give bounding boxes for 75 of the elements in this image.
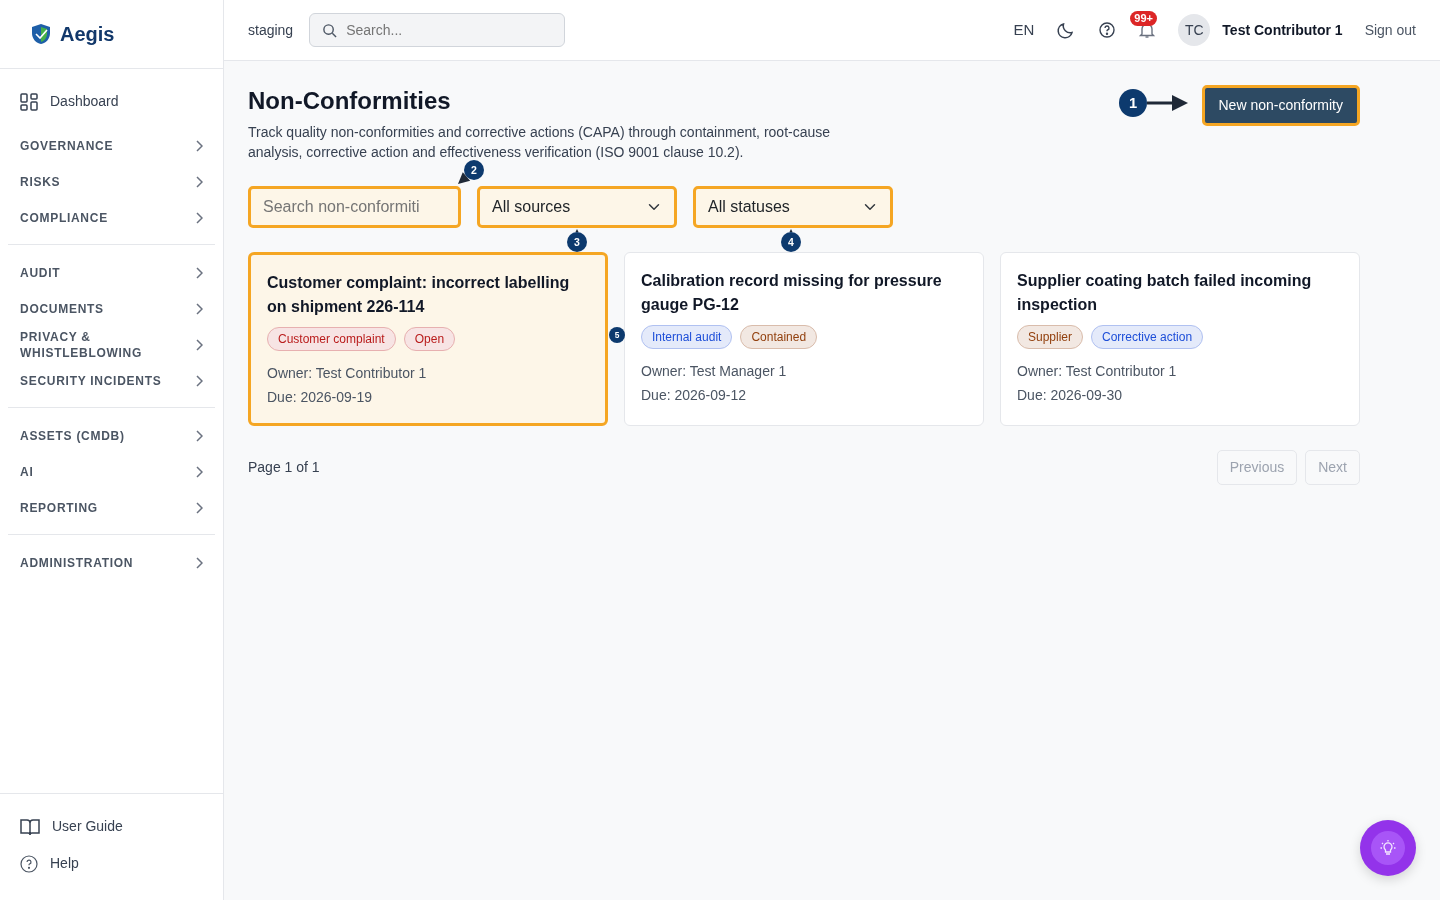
search-field[interactable]: Search... xyxy=(309,13,566,47)
tag: Open xyxy=(403,326,456,351)
sidebar-item[interactable]: ADMINISTRATION xyxy=(8,545,215,581)
owner-text: Owner: Test Manager 1 xyxy=(641,361,788,381)
book-icon xyxy=(20,817,40,836)
arrow xyxy=(1147,95,1188,111)
sidebar-item[interactable]: AUDIT xyxy=(8,255,215,291)
user-avatar[interactable]: TC xyxy=(1178,14,1211,46)
page-info: Page 1 of 1 xyxy=(248,457,320,477)
help-icon[interactable] xyxy=(1098,21,1117,39)
sidebar-item[interactable]: PRIVACY & WHISTLEBLOWING xyxy=(8,327,215,363)
help-icon xyxy=(20,854,38,873)
callout-marker: 2 xyxy=(464,160,484,180)
callout-marker: 3 xyxy=(567,232,587,252)
sidebar-link[interactable]: Help xyxy=(8,845,215,882)
chevron-icon xyxy=(195,339,203,351)
sidebar-item[interactable]: GOVERNANCE xyxy=(8,128,215,164)
chevron-icon xyxy=(195,466,203,478)
chevron-icon xyxy=(195,303,203,315)
page-description: Track quality non-conformities and corrective actions (CAPA) through containment, root-cause analysis, corrective action and effectiveness verification (ISO 9001 clause 10.2). xyxy=(248,122,832,162)
sidebar-item[interactable]: AI xyxy=(8,454,215,490)
source-select[interactable]: All sources xyxy=(477,185,677,228)
notification-badge: 99+ xyxy=(1130,11,1157,26)
environment-label: staging xyxy=(248,20,294,40)
sidebar-item[interactable]: DOCUMENTS xyxy=(8,291,215,327)
sidebar-item[interactable]: SECURITY INCIDENTS xyxy=(8,363,215,399)
card-title: Calibration record missing for pressure gauge PG-12 xyxy=(641,270,943,315)
chevron-icon xyxy=(195,502,203,514)
chevron-icon xyxy=(195,140,203,152)
shield-logo-icon xyxy=(30,23,52,45)
card-title: Supplier coating batch failed incoming inspection xyxy=(1017,270,1313,315)
new-non-conformity-button[interactable]: New non-conformity xyxy=(1201,85,1360,126)
chevron-icon xyxy=(195,557,203,569)
status-select[interactable]: All statuses xyxy=(693,185,893,228)
arrow xyxy=(789,229,793,232)
owner-text: Owner: Test Contributor 1 xyxy=(267,363,428,383)
due-date: Due: 2026-09-30 xyxy=(1017,385,1124,405)
sidebar-link[interactable]: User Guide xyxy=(8,808,215,845)
sidebar-item[interactable]: Dashboard xyxy=(8,83,215,120)
chevron-icon xyxy=(195,176,203,188)
card-title: Customer complaint: incorrect labelling on shipment 226-114 xyxy=(267,272,571,317)
sidebar-item[interactable]: REPORTING xyxy=(8,490,215,526)
arrow xyxy=(458,172,471,184)
lightbulb-icon xyxy=(1379,839,1397,857)
due-date: Due: 2026-09-19 xyxy=(267,387,374,407)
search-icon xyxy=(322,23,338,38)
callout-marker: 5 xyxy=(609,327,625,343)
chevron-icon xyxy=(195,430,203,442)
chevron-icon xyxy=(195,375,203,387)
language-button[interactable]: EN xyxy=(1013,18,1035,42)
sidebar-item[interactable]: RISKS xyxy=(8,164,215,200)
card-background[interactable]: Calibration record missing for pressure gauge PG-12 Internal audit Contained Owner: Test Manager 1 Due: 2026-09-12 xyxy=(624,251,984,426)
chevron-icon xyxy=(195,267,203,279)
tag: Supplier xyxy=(1017,324,1084,349)
sidebar-item[interactable]: ASSETS (CMDB) xyxy=(8,418,215,454)
sign-out-link[interactable]: Sign out xyxy=(1364,19,1416,41)
assistant-button[interactable] xyxy=(1360,820,1416,876)
due-date: Due: 2026-09-12 xyxy=(641,385,748,405)
sidebar-item[interactable]: COMPLIANCE xyxy=(8,200,215,236)
callout-marker: 1 xyxy=(1119,89,1147,117)
card-background[interactable]: Customer complaint: incorrect labelling on shipment 226-114 Customer complaint Open Owner: Test Contributor 1 Due: 2026-09-19 xyxy=(248,251,608,426)
tag: Corrective action xyxy=(1091,324,1204,349)
search-field[interactable]: Search non-conformiti xyxy=(248,185,461,228)
grid-icon xyxy=(20,92,38,111)
user-name: Test Contributor 1 xyxy=(1222,20,1343,40)
tag: Internal audit xyxy=(641,324,733,349)
page-title: Non-Conformities xyxy=(248,87,452,116)
arrow xyxy=(575,229,579,232)
owner-text: Owner: Test Contributor 1 xyxy=(1017,361,1178,381)
callout-marker: 4 xyxy=(781,232,801,252)
tag: Customer complaint xyxy=(267,326,396,351)
card-background[interactable]: Supplier coating batch failed incoming inspection Supplier Corrective action Owner: Test Contributor 1 Due: 2026-09-30 xyxy=(1000,251,1360,426)
chevron-icon xyxy=(195,212,203,224)
tag: Contained xyxy=(740,324,818,349)
brand-name: Aegis xyxy=(60,22,115,47)
